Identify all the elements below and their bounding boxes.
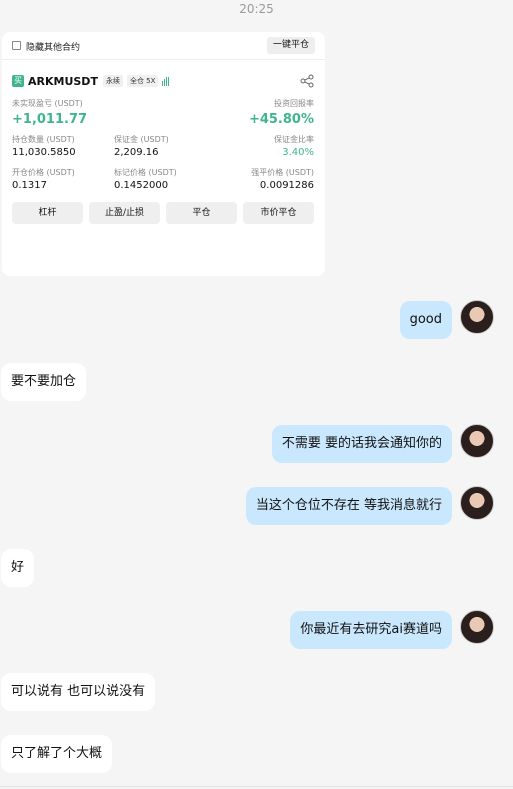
close-all-button[interactable]: 一键平仓 xyxy=(266,37,315,54)
entry-price-label: 开仓价格 (USDT) xyxy=(12,168,75,177)
close-position-button[interactable]: 平仓 xyxy=(166,202,237,224)
message-bubble-sent[interactable]: good xyxy=(399,301,452,339)
mark-price-value: 0.1452000 xyxy=(114,180,169,191)
avatar[interactable] xyxy=(460,486,494,520)
leverage-button[interactable]: 杠杆 xyxy=(12,202,83,224)
divider xyxy=(0,786,513,787)
buy-tag: 买 xyxy=(12,75,24,87)
message-bubble-sent[interactable]: 当这个仓位不存在 等我消息就行 xyxy=(245,487,452,525)
margin-ratio-label: 保证金比率 xyxy=(274,135,314,144)
hide-other-checkbox[interactable] xyxy=(12,41,21,50)
mark-price-label: 标记价格 (USDT) xyxy=(114,168,177,177)
pnl-label: 未实现盈亏 (USDT) xyxy=(12,99,83,108)
avatar[interactable] xyxy=(460,300,494,334)
margin-ratio-value: 3.40% xyxy=(282,147,314,158)
hide-other-label: 隐藏其他合约 xyxy=(26,43,81,53)
perpetual-tag: 永续 xyxy=(102,75,123,87)
share-icon[interactable] xyxy=(300,74,314,88)
card-header: 隐藏其他合约 一键平仓 xyxy=(2,32,325,60)
margin-value: 2,209.16 xyxy=(114,147,159,158)
message-bubble-received[interactable]: 要不要加仓 xyxy=(1,363,87,401)
leverage-tag: 全仓 5X xyxy=(126,75,159,87)
margin-label: 保证金 (USDT) xyxy=(114,135,169,144)
tp-sl-button[interactable]: 止盈/止损 xyxy=(89,202,160,224)
entry-price-value: 0.1317 xyxy=(12,180,47,191)
avatar[interactable] xyxy=(460,610,494,644)
avatar[interactable] xyxy=(460,424,494,458)
symbol-name[interactable]: ARKMUSDT xyxy=(28,75,98,88)
market-close-button[interactable]: 市价平仓 xyxy=(243,202,314,224)
position-card[interactable]: 隐藏其他合约 一键平仓 买 ARKMUSDT 永续 全仓 5X 未实现盈亏 (U… xyxy=(2,32,325,276)
message-bubble-received[interactable]: 可以说有 也可以说没有 xyxy=(1,673,156,711)
roi-label: 投资回报率 xyxy=(274,99,314,108)
liq-price-label: 强平价格 (USDT) xyxy=(251,168,314,177)
timestamp: 20:25 xyxy=(239,2,274,16)
roi-value: +45.80% xyxy=(248,112,314,127)
message-bubble-received[interactable]: 只了解了个大概 xyxy=(1,735,113,773)
position-value: 11,030.5850 xyxy=(12,147,76,158)
message-bubble-received[interactable]: 好 xyxy=(1,549,35,587)
message-bubble-sent[interactable]: 不需要 要的话我会通知你的 xyxy=(271,425,452,463)
signal-bars-icon xyxy=(162,76,170,86)
position-label: 持仓数量 (USDT) xyxy=(12,135,75,144)
liq-price-value: 0.0091286 xyxy=(259,180,314,191)
pnl-value: +1,011.77 xyxy=(12,112,88,127)
message-bubble-sent[interactable]: 你最近有去研究ai赛道吗 xyxy=(290,611,452,649)
symbol-row: 买 ARKMUSDT 永续 全仓 5X xyxy=(12,73,170,89)
